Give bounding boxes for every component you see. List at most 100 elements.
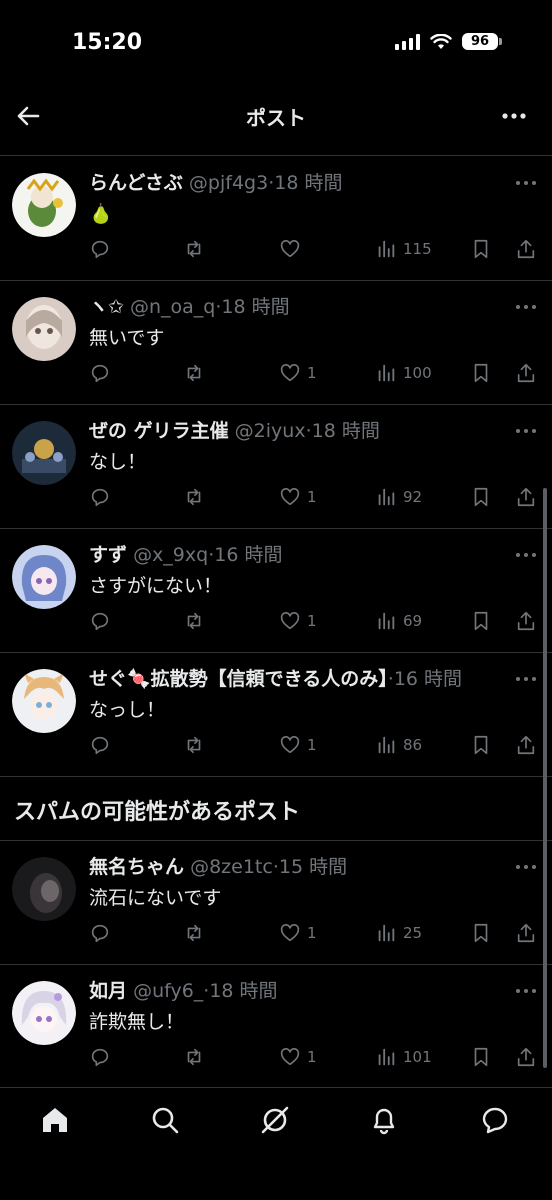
timestamp[interactable]: 16 時間 [394,668,462,690]
reply-post[interactable]: ぜの ゲリラ主催 @2iyux·18 時間 なし！ 1 92 [0,405,552,529]
reply-post[interactable]: すず @x_9xq·16 時間 さすがにない！ 1 69 [0,529,552,653]
post-more-icon[interactable] [514,297,538,317]
bookmark-button[interactable] [470,921,492,945]
avatar[interactable] [12,173,76,237]
reply-button[interactable] [89,237,111,261]
like-count: 1 [307,364,317,382]
messages-icon[interactable] [479,1104,511,1136]
like-button[interactable] [279,237,307,261]
reply-button[interactable] [89,1045,111,1069]
bookmark-button[interactable] [470,237,492,261]
reply-button[interactable] [89,485,111,509]
share-button[interactable] [515,485,537,509]
search-icon[interactable] [149,1104,181,1136]
repost-button[interactable] [183,733,205,757]
share-button[interactable] [515,361,537,385]
post-more-icon[interactable] [514,173,538,193]
repost-button[interactable] [183,237,205,261]
avatar[interactable] [12,421,76,485]
reply-post[interactable]: ヽ✩ @n_oa_q·18 時間 無いです 1 100 [0,281,552,405]
bookmark-button[interactable] [470,361,492,385]
views-button[interactable]: 69 [375,609,422,633]
spam-reply-post[interactable]: 無名ちゃん @8ze1tc·15 時間 流石にないです 1 25 [0,841,552,965]
views-icon [378,240,395,258]
views-button[interactable]: 101 [375,1045,432,1069]
display-name[interactable]: せぐ🍬拡散勢【信頼できる人のみ】 [89,668,388,690]
display-name[interactable]: 無名ちゃん [89,856,184,878]
avatar[interactable] [12,545,76,609]
display-name[interactable]: 如月 [89,980,127,1002]
reply-icon [91,612,109,631]
display-name[interactable]: らんどさぶ [89,172,183,194]
views-button[interactable]: 86 [375,733,422,757]
reply-button[interactable] [89,609,111,633]
username[interactable]: @8ze1tc [190,856,273,878]
reply-post[interactable]: らんどさぶ @pjf4g3·18 時間 🍐 115 [0,157,552,281]
bookmark-button[interactable] [470,609,492,633]
home-icon[interactable] [39,1104,71,1136]
view-count: 100 [403,364,432,382]
like-button[interactable]: 1 [279,1045,317,1069]
share-button[interactable] [515,733,537,757]
like-button[interactable]: 1 [279,733,317,757]
bookmark-button[interactable] [470,1045,492,1069]
repost-button[interactable] [183,485,205,509]
timestamp[interactable]: 18 時間 [209,980,277,1002]
spam-section-header: スパムの可能性があるポスト [0,777,552,841]
share-button[interactable] [515,609,537,633]
repost-button[interactable] [183,361,205,385]
repost-button[interactable] [183,921,205,945]
reply-post[interactable]: せぐ🍬拡散勢【信頼できる人のみ】·16 時間 なっし！ 1 86 [0,653,552,777]
bookmark-button[interactable] [470,485,492,509]
reply-button[interactable] [89,921,111,945]
spam-section-title: スパムの可能性があるポスト [14,800,301,825]
post-actions: 115 [89,237,542,261]
spam-reply-post[interactable]: 如月 @ufy6_·18 時間 詐欺無し！ 1 101 [0,965,552,1089]
display-name[interactable]: すず [89,544,127,566]
like-button[interactable]: 1 [279,609,317,633]
username[interactable]: @x_9xq [133,544,208,566]
timestamp[interactable]: 18 時間 [312,420,380,442]
status-time: 15:20 [72,30,143,55]
like-button[interactable]: 1 [279,361,317,385]
post-more-icon[interactable] [514,981,538,1001]
post-more-icon[interactable] [514,669,538,689]
username[interactable]: @pjf4g3 [189,172,268,194]
share-button[interactable] [515,921,537,945]
avatar[interactable] [12,669,76,733]
share-button[interactable] [515,1045,537,1069]
share-button[interactable] [515,237,537,261]
views-button[interactable]: 115 [375,237,432,261]
post-more-icon[interactable] [514,545,538,565]
views-button[interactable]: 92 [375,485,422,509]
post-more-icon[interactable] [514,421,538,441]
scrollbar[interactable] [543,488,547,1068]
timestamp[interactable]: 15 時間 [279,856,347,878]
avatar[interactable] [12,981,76,1045]
like-button[interactable]: 1 [279,921,317,945]
grok-icon[interactable] [259,1104,291,1136]
more-options-icon[interactable] [500,102,528,130]
display-name[interactable]: ヽ✩ [89,296,124,318]
bookmark-button[interactable] [470,733,492,757]
display-name[interactable]: ぜの ゲリラ主催 [89,420,229,442]
reply-button[interactable] [89,361,111,385]
timestamp[interactable]: 18 時間 [221,296,289,318]
username[interactable]: @ufy6_ [133,980,203,1002]
timestamp[interactable]: 18 時間 [274,172,342,194]
reply-button[interactable] [89,733,111,757]
username[interactable]: @2iyux [235,420,306,442]
post-actions: 1 100 [89,361,542,385]
share-icon [517,487,535,507]
timestamp[interactable]: 16 時間 [214,544,282,566]
avatar[interactable] [12,297,76,361]
repost-button[interactable] [183,1045,205,1069]
post-more-icon[interactable] [514,857,538,877]
repost-button[interactable] [183,609,205,633]
notifications-icon[interactable] [368,1104,400,1136]
views-button[interactable]: 100 [375,361,432,385]
views-button[interactable]: 25 [375,921,422,945]
avatar[interactable] [12,857,76,921]
username[interactable]: @n_oa_q [130,296,215,318]
like-button[interactable]: 1 [279,485,317,509]
